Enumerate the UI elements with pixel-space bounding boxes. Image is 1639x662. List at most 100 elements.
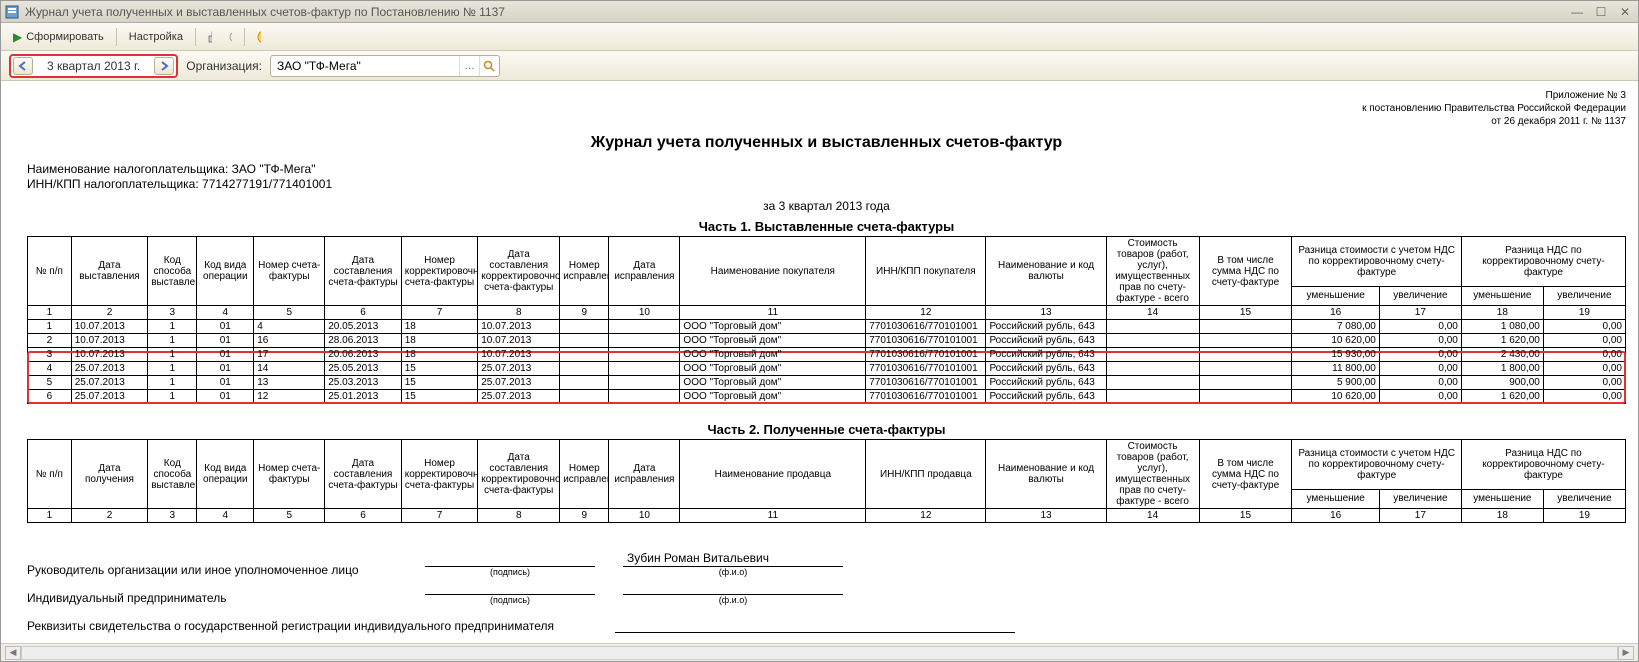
cell: 15 [401, 362, 478, 376]
table-row[interactable]: 110.07.2013101420.05.20131810.07.2013ООО… [28, 320, 1626, 334]
col-subheader: уменьшение [1292, 489, 1379, 508]
cell: 1 [148, 320, 197, 334]
col-header: Номер исправления [560, 237, 609, 306]
col-num: 4 [197, 509, 254, 523]
col-num: 6 [325, 509, 402, 523]
cell: 0,00 [1379, 390, 1461, 404]
play-icon: ▶ [13, 30, 22, 44]
cell [1106, 376, 1199, 390]
cell: 7701030616/770101001 [866, 348, 986, 362]
col-header: Дата составления счета-фактуры [325, 237, 402, 306]
cell [1106, 362, 1199, 376]
cell: ООО "Торговый дом" [680, 390, 866, 404]
cell: 01 [197, 348, 254, 362]
col-num: 2 [71, 509, 148, 523]
col-num: 11 [680, 509, 866, 523]
cell: ООО "Торговый дом" [680, 362, 866, 376]
col-header: Дата получения [71, 440, 148, 509]
close-button[interactable]: ✕ [1616, 5, 1634, 19]
col-header: Номер корректировочного счета-фактуры [401, 440, 478, 509]
table-row[interactable]: 310.07.20131011720.06.20131810.07.2013ОО… [28, 348, 1626, 362]
cell: 7701030616/770101001 [866, 390, 986, 404]
col-header: Код вида операции [197, 237, 254, 306]
cell: 0,00 [1543, 334, 1625, 348]
appendix-line: к постановлению Правительства Российской… [27, 102, 1626, 115]
col-header: № п/п [28, 440, 72, 509]
period-text: 3 квартал 2013 г. [33, 59, 154, 73]
col-subheader: увеличение [1543, 489, 1625, 508]
table-row[interactable]: 425.07.20131011425.05.20131525.07.2013ОО… [28, 362, 1626, 376]
org-search-button[interactable] [479, 56, 499, 76]
cell: 10.07.2013 [71, 320, 148, 334]
cell: 0,00 [1379, 320, 1461, 334]
app-icon [5, 5, 19, 19]
col-num: 13 [986, 509, 1106, 523]
col-num: 18 [1461, 509, 1543, 523]
cell: 11 800,00 [1292, 362, 1379, 376]
col-num: 7 [401, 306, 478, 320]
cell: 1 800,00 [1461, 362, 1543, 376]
cell: 1 [148, 334, 197, 348]
cell [1199, 334, 1292, 348]
cell [1106, 320, 1199, 334]
cell: 16 [254, 334, 325, 348]
help-icon[interactable]: ? [251, 29, 267, 45]
cell: 900,00 [1461, 376, 1543, 390]
cell: 0,00 [1543, 362, 1625, 376]
scroll-track[interactable] [21, 646, 1618, 660]
cell: 0,00 [1379, 334, 1461, 348]
col-header: В том числе сумма НДС по счету-фактуре [1199, 440, 1292, 509]
cell: 1 [28, 320, 72, 334]
statusbar: ◀ ▶ [1, 643, 1638, 661]
scroll-left-button[interactable]: ◀ [5, 646, 21, 660]
col-num: 9 [560, 306, 609, 320]
col-header: № п/п [28, 237, 72, 306]
col-header: Стоимость товаров (работ, услуг), имущес… [1106, 237, 1199, 306]
table-row[interactable]: 210.07.20131011628.06.20131810.07.2013ОО… [28, 334, 1626, 348]
col-header: Код вида операции [197, 440, 254, 509]
cell: 2 [28, 334, 72, 348]
cell: 10.07.2013 [478, 348, 560, 362]
col-header: Наименование и код валюты [986, 237, 1106, 306]
generate-button[interactable]: ▶ Сформировать [7, 28, 110, 46]
cell: 17 [254, 348, 325, 362]
tool-icon-2[interactable] [222, 29, 238, 45]
period-next-button[interactable] [154, 57, 174, 75]
cell: 7701030616/770101001 [866, 362, 986, 376]
cell: 15 [401, 376, 478, 390]
period-prev-button[interactable] [13, 57, 33, 75]
minimize-button[interactable]: — [1568, 5, 1586, 19]
col-subheader: уменьшение [1292, 286, 1379, 305]
table-row[interactable]: 625.07.20131011225.01.20131525.07.2013ОО… [28, 390, 1626, 404]
org-select-button[interactable]: … [459, 56, 479, 76]
col-header: Разница НДС по корректировочному счету-ф… [1461, 440, 1625, 490]
part1-title: Часть 1. Выставленные счета-фактуры [27, 219, 1626, 234]
cell: 25.07.2013 [478, 390, 560, 404]
cell: 10.07.2013 [478, 320, 560, 334]
taxpayer-line: Наименование налогоплательщика: ЗАО "ТФ-… [27, 162, 1626, 176]
cell [1106, 390, 1199, 404]
col-subheader: уменьшение [1461, 489, 1543, 508]
col-num: 6 [325, 306, 402, 320]
cell [609, 320, 680, 334]
cell: 10.07.2013 [71, 348, 148, 362]
cell: 7701030616/770101001 [866, 320, 986, 334]
report-area[interactable]: Приложение № 3 к постановлению Правитель… [1, 81, 1638, 643]
cell: 18 [401, 334, 478, 348]
maximize-button[interactable]: ☐ [1592, 5, 1610, 19]
cell: 01 [197, 334, 254, 348]
cell [560, 376, 609, 390]
appendix-block: Приложение № 3 к постановлению Правитель… [27, 89, 1626, 128]
cell: 20.05.2013 [325, 320, 402, 334]
cell: 1 [148, 348, 197, 362]
cell: 20.06.2013 [325, 348, 402, 362]
org-label: Организация: [186, 59, 262, 73]
scroll-right-button[interactable]: ▶ [1618, 646, 1634, 660]
tool-icon-1[interactable] [202, 29, 218, 45]
cell: Российский рубль, 643 [986, 348, 1106, 362]
part2-title: Часть 2. Полученные счета-фактуры [27, 422, 1626, 437]
cell: 1 620,00 [1461, 334, 1543, 348]
org-input[interactable] [271, 59, 459, 73]
settings-button[interactable]: Настройка [123, 29, 189, 45]
table-row[interactable]: 525.07.20131011325.03.20131525.07.2013ОО… [28, 376, 1626, 390]
